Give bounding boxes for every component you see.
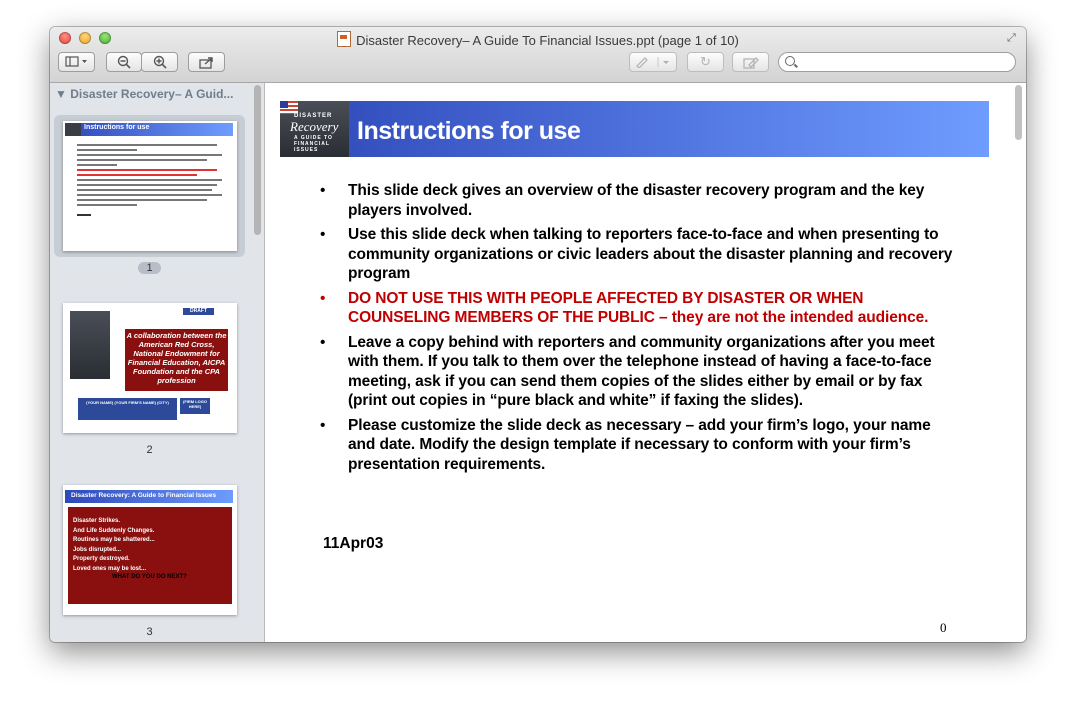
preview-window: Disaster Recovery– A Guide To Financial … [50, 27, 1026, 642]
search-field[interactable] [778, 52, 1016, 72]
rotate-button[interactable]: ↻ [687, 52, 724, 72]
share-icon [198, 56, 213, 69]
page-number-2: 2 [146, 444, 153, 456]
zoom-in-icon [153, 55, 167, 69]
thumb-red-panel: Disaster Strikes. And Life Suddenly Chan… [68, 507, 232, 604]
bullet-item: Please customize the slide deck as neces… [320, 416, 960, 475]
edit-button[interactable] [732, 52, 769, 72]
document-icon [337, 31, 352, 47]
window-title: Disaster Recovery– A Guide To Financial … [50, 31, 1026, 48]
page-thumbnail-2[interactable]: DRAFT A collaboration between the Americ… [63, 303, 237, 433]
thumb-banner: Instructions for use [65, 123, 233, 136]
document-view[interactable]: DISASTER Recovery A GUIDE TO FINANCIAL I… [265, 83, 1026, 642]
bullet-item: Use this slide deck when talking to repo… [320, 225, 960, 284]
thumb-logo [70, 311, 110, 379]
page-number-1: 1 [54, 262, 245, 274]
share-button[interactable] [188, 52, 225, 72]
edit-icon [742, 56, 759, 69]
thumb-collab-text: A collaboration between the American Red… [125, 329, 228, 391]
thumb-banner: Disaster Recovery: A Guide to Financial … [65, 490, 233, 503]
page-thumbnail-3[interactable]: Disaster Recovery: A Guide to Financial … [63, 485, 237, 615]
document-scrollbar[interactable] [1015, 85, 1022, 140]
slide-bullet-list: This slide deck gives an overview of the… [320, 181, 960, 479]
fullscreen-icon[interactable]: ⤢ [1007, 32, 1019, 44]
thumb-text-lines [77, 141, 227, 216]
thumb-lines: Disaster Strikes. And Life Suddenly Chan… [73, 518, 155, 572]
thumb-question: WHAT DO YOU DO NEXT? [112, 574, 187, 580]
zoom-in-button[interactable] [141, 52, 178, 72]
search-icon [785, 56, 795, 66]
search-input[interactable] [799, 54, 1013, 72]
zoom-out-button[interactable] [106, 52, 142, 72]
annotate-button[interactable] [629, 52, 677, 72]
thumb-logo-box: (FIRM LOGO HERE) [180, 398, 210, 414]
pen-icon [636, 57, 669, 68]
disclosure-triangle-icon[interactable]: ▼ [55, 87, 67, 101]
slide-number: 0 [940, 620, 947, 635]
page-thumbnail-1[interactable]: Instructions for use [63, 121, 237, 251]
rotate-icon: ↻ [700, 54, 711, 69]
bullet-item: This slide deck gives an overview of the… [320, 181, 960, 220]
bullet-item-warning: DO NOT USE THIS WITH PEOPLE AFFECTED BY … [320, 289, 960, 328]
sidebar-document-header[interactable]: ▼ Disaster Recovery– A Guid... [55, 87, 233, 101]
page-number-3: 3 [146, 626, 153, 638]
bullet-item: Leave a copy behind with reporters and c… [320, 333, 960, 411]
thumb-draft-label: DRAFT [183, 308, 214, 315]
thumb-name-box: (YOUR NAME) (YOUR FIRM'S NAME) (CITY) [78, 398, 177, 420]
slide-title-banner: DISASTER Recovery A GUIDE TO FINANCIAL I… [280, 101, 989, 157]
disaster-recovery-logo: DISASTER Recovery A GUIDE TO FINANCIAL I… [280, 101, 349, 157]
view-menu-button[interactable] [58, 52, 95, 72]
slide-title: Instructions for use [357, 117, 581, 145]
thumbnail-sidebar: ▼ Disaster Recovery– A Guid... Instructi… [50, 83, 265, 642]
zoom-out-icon [117, 55, 131, 69]
sidebar-scrollbar[interactable] [254, 85, 261, 235]
sidebar-view-icon [64, 56, 87, 67]
slide-date: 11Apr03 [323, 535, 384, 552]
title-bar: Disaster Recovery– A Guide To Financial … [50, 27, 1026, 83]
